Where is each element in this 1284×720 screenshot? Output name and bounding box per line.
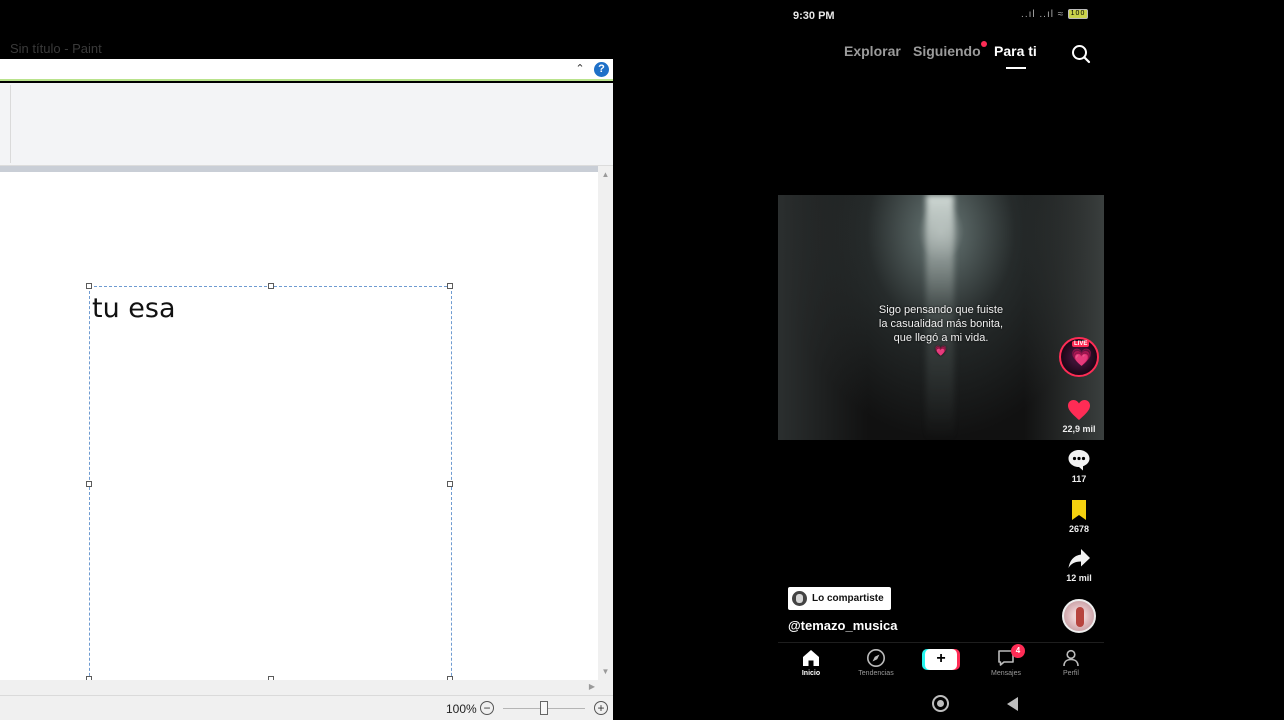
zoom-in-button[interactable]: + bbox=[594, 701, 608, 715]
heart-emoji-icon: 💗 bbox=[934, 346, 948, 357]
save-count: 2678 bbox=[1068, 524, 1090, 534]
bookmark-icon bbox=[1072, 500, 1086, 520]
nav-perfil[interactable]: Perfil bbox=[1041, 648, 1101, 677]
canvas-text[interactable]: tu esa bbox=[92, 293, 176, 324]
canvas-area[interactable]: tu esa bbox=[0, 172, 598, 680]
zoom-out-button[interactable]: − bbox=[480, 701, 494, 715]
caption-line: que llegó a mi vida. bbox=[893, 332, 989, 344]
like-button[interactable]: 22,9 mil bbox=[1054, 397, 1104, 434]
live-badge: LIVE bbox=[1072, 341, 1090, 347]
live-avatar[interactable]: 💗 LIVE bbox=[1059, 337, 1099, 377]
battery-icon: 100 bbox=[1068, 9, 1088, 20]
notification-dot bbox=[981, 41, 987, 47]
horizontal-scrollbar[interactable]: ▶ bbox=[0, 680, 598, 695]
resize-handle-top-left[interactable] bbox=[86, 283, 92, 289]
compass-icon bbox=[867, 649, 885, 667]
bottom-nav: Inicio Tendencias + 4 Mensajes Perfil bbox=[778, 642, 1104, 684]
action-rail: 💗 LIVE 22,9 mil 117 2678 12 mil bbox=[1054, 337, 1104, 637]
person-icon bbox=[1063, 649, 1079, 667]
nav-label: Mensajes bbox=[991, 670, 1021, 677]
signal-wifi-icons: ..ıl ..ıl ≈ bbox=[1021, 9, 1065, 20]
caption-line: la casualidad más bonita, bbox=[878, 318, 1004, 330]
vertical-scrollbar[interactable]: ▲ ▼ bbox=[598, 166, 613, 680]
nav-label: Tendencias bbox=[858, 670, 894, 677]
resize-handle-left[interactable] bbox=[86, 481, 92, 487]
create-button[interactable]: + bbox=[925, 649, 957, 670]
share-icon bbox=[1068, 549, 1090, 568]
paint-window: Sin título - Paint ⌃ ? tu esa ▲ ▼ ▶ 100%… bbox=[0, 0, 613, 720]
collapse-ribbon-icon[interactable]: ⌃ bbox=[573, 62, 587, 76]
save-button[interactable]: 2678 bbox=[1054, 497, 1104, 534]
active-tab-indicator bbox=[1006, 67, 1026, 69]
system-nav-bar bbox=[778, 688, 1104, 718]
shared-label: Lo compartiste bbox=[812, 593, 884, 604]
heart-icon: 💗 bbox=[1071, 348, 1093, 367]
scroll-down-icon[interactable]: ▼ bbox=[601, 667, 610, 676]
text-selection-box[interactable]: tu esa bbox=[86, 283, 453, 680]
nav-label: Perfil bbox=[1063, 670, 1079, 677]
ribbon-divider bbox=[10, 85, 11, 163]
scrollbar-corner bbox=[598, 680, 613, 695]
avatar bbox=[792, 591, 807, 606]
nav-mensajes[interactable]: 4 Mensajes bbox=[976, 644, 1036, 677]
ribbon bbox=[0, 83, 613, 166]
menu-bar: ⌃ ? bbox=[0, 59, 613, 81]
share-button[interactable]: 12 mil bbox=[1054, 546, 1104, 583]
scroll-up-icon[interactable]: ▲ bbox=[601, 170, 610, 179]
system-home-button[interactable] bbox=[932, 695, 949, 712]
comment-count: 117 bbox=[1071, 474, 1087, 484]
comment-icon bbox=[1068, 450, 1090, 471]
shared-indicator[interactable]: Lo compartiste bbox=[788, 587, 891, 610]
status-bar: 100% − + bbox=[0, 695, 613, 720]
like-count: 22,9 mil bbox=[1062, 424, 1096, 434]
help-icon[interactable]: ? bbox=[594, 62, 609, 77]
system-back-button[interactable] bbox=[1007, 697, 1018, 711]
tab-para-ti[interactable]: Para ti bbox=[994, 43, 1037, 59]
nav-inicio[interactable]: Inicio bbox=[781, 648, 841, 677]
search-icon[interactable] bbox=[1070, 43, 1092, 65]
resize-handle-right[interactable] bbox=[447, 481, 453, 487]
message-count-badge: 4 bbox=[1011, 644, 1025, 658]
video-caption: Sigo pensando que fuiste la casualidad m… bbox=[841, 303, 1041, 359]
status-time: 9:30 PM bbox=[793, 10, 835, 22]
status-icons: ..ıl ..ıl ≈ 100 bbox=[1021, 9, 1088, 20]
tab-explorar[interactable]: Explorar bbox=[844, 43, 901, 59]
tab-siguiendo[interactable]: Siguiendo bbox=[913, 43, 981, 59]
caption-line: Sigo pensando que fuiste bbox=[878, 304, 1004, 316]
phone-screen: 9:30 PM ..ıl ..ıl ≈ 100 Explorar Siguien… bbox=[778, 0, 1104, 720]
author-username[interactable]: @temazo_musica bbox=[788, 618, 898, 633]
zoom-slider-thumb[interactable] bbox=[540, 701, 548, 715]
share-count: 12 mil bbox=[1066, 573, 1092, 583]
window-title: Sin título - Paint bbox=[10, 41, 102, 56]
feed-tabs: Explorar Siguiendo Para ti bbox=[778, 41, 1104, 69]
nav-tendencias[interactable]: Tendencias bbox=[846, 648, 906, 677]
heart-icon bbox=[1068, 400, 1090, 420]
music-disc-figure bbox=[1076, 607, 1084, 627]
screen: Sin título - Paint ⌃ ? tu esa ▲ ▼ ▶ 100%… bbox=[0, 0, 1284, 720]
home-icon bbox=[803, 650, 819, 666]
music-disc-avatar[interactable] bbox=[1062, 599, 1096, 633]
zoom-level: 100% bbox=[446, 702, 477, 716]
nav-label: Inicio bbox=[801, 670, 821, 677]
resize-handle-top-right[interactable] bbox=[447, 283, 453, 289]
scroll-right-icon[interactable]: ▶ bbox=[589, 682, 595, 691]
comment-button[interactable]: 117 bbox=[1054, 447, 1104, 484]
resize-handle-top[interactable] bbox=[268, 283, 274, 289]
